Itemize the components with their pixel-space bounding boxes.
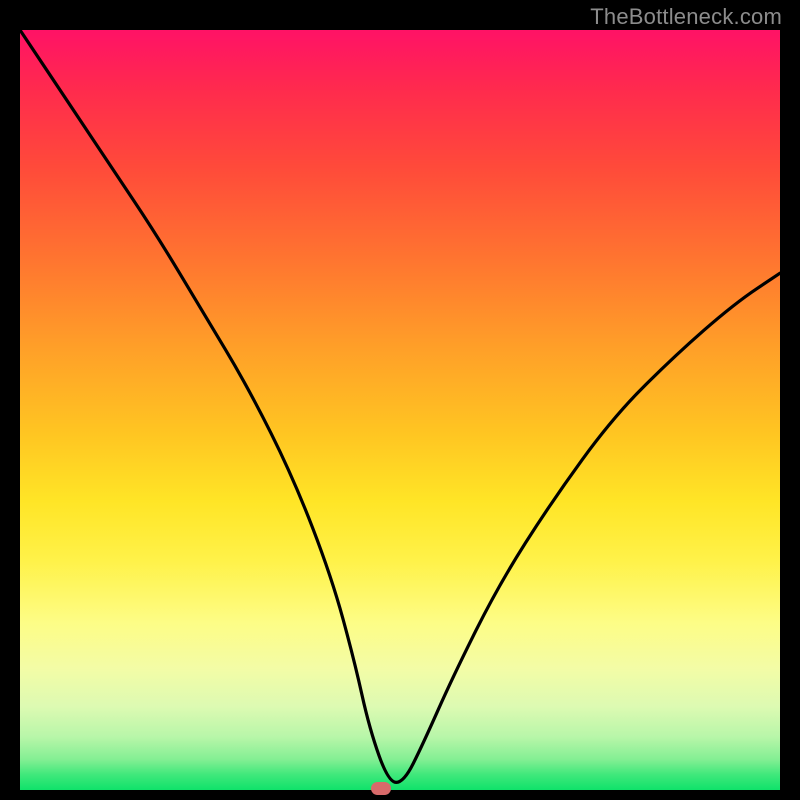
chart-frame [20,30,780,790]
bottleneck-marker [371,782,391,795]
attribution-text: TheBottleneck.com [590,4,782,30]
bottleneck-curve-path [20,30,780,782]
bottleneck-curve [20,30,780,790]
